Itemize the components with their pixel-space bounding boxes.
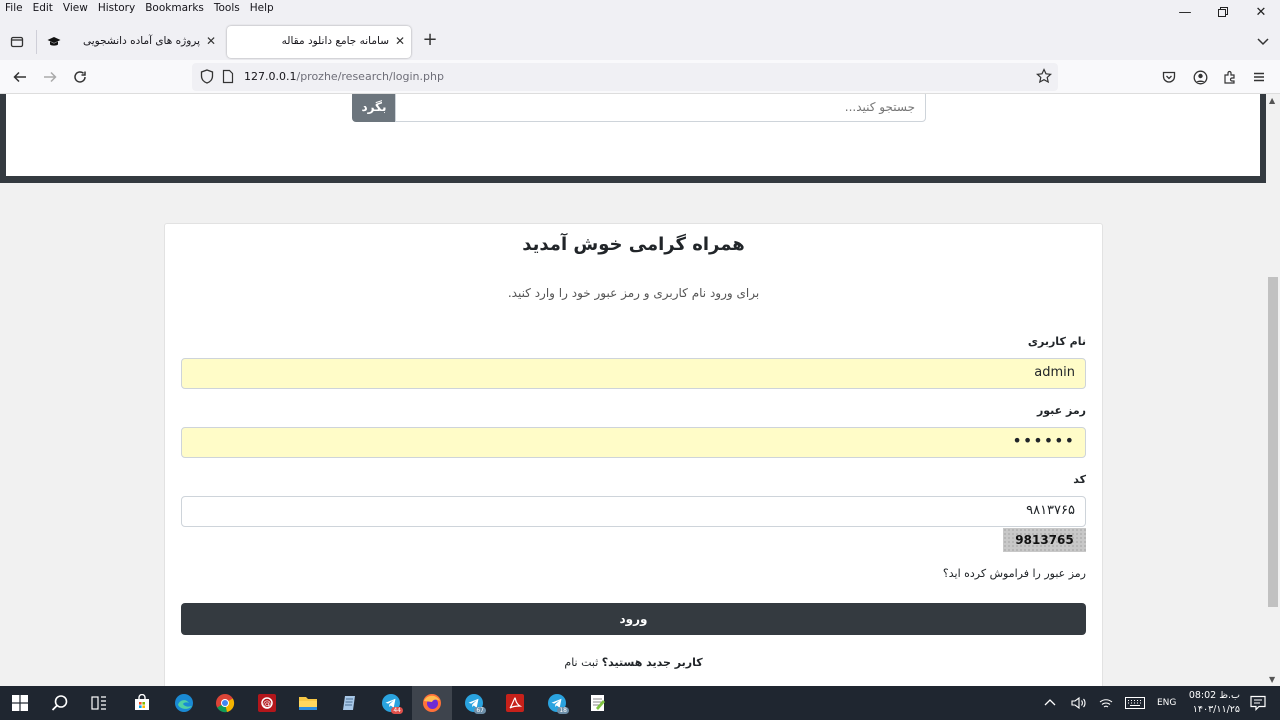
language-indicator[interactable]: ENG xyxy=(1157,686,1176,720)
clock-date: ۱۴۰۳/۱۱/۲۵ xyxy=(1192,704,1240,715)
windows-taskbar: @ 44 67 18 ENG 08:02 ب.ظ ۱۴۰۳/۱۱/۲۵ xyxy=(0,686,1280,720)
code-label: کد xyxy=(1073,473,1086,486)
tab-separator xyxy=(36,30,37,54)
scroll-down-icon[interactable]: ▼ xyxy=(1269,675,1275,684)
menu-tools[interactable]: Tools xyxy=(209,2,245,14)
tab-close-icon[interactable]: ✕ xyxy=(206,34,216,48)
site-header: بگرد xyxy=(0,94,1266,183)
tab-projects[interactable]: پروژه های آماده دانشجویی ✕ xyxy=(40,26,222,58)
wifi-icon[interactable] xyxy=(1099,686,1113,720)
store-icon[interactable] xyxy=(129,690,155,716)
forgot-password-link[interactable]: رمز عبور را فراموش کرده اید؟ xyxy=(943,567,1086,580)
tab-article-download[interactable]: سامانه جامع دانلود مقاله ✕ xyxy=(227,26,411,58)
graduation-cap-icon xyxy=(46,34,62,50)
telegram-badge-2: 67 xyxy=(474,707,486,714)
search-icon[interactable] xyxy=(47,690,73,716)
tab-title: پروژه های آماده دانشجویی xyxy=(82,35,200,47)
menu-help[interactable]: Help xyxy=(245,2,279,14)
telegram-icon-3[interactable]: 18 xyxy=(544,690,570,716)
page-scrollbar[interactable]: ▲ ▼ xyxy=(1266,94,1280,686)
search-input[interactable] xyxy=(395,94,926,122)
telegram-badge: 44 xyxy=(391,707,403,714)
address-bar[interactable]: 127.0.0.1/prozhe/research/login.php xyxy=(192,63,1058,91)
account-icon[interactable] xyxy=(1190,67,1210,87)
svg-text:@: @ xyxy=(263,699,271,708)
menu-bar: File Edit View History Bookmarks Tools H… xyxy=(0,0,1280,16)
tab-close-icon[interactable]: ✕ xyxy=(395,34,405,48)
telegram-badge-3: 18 xyxy=(557,707,569,714)
login-button[interactable]: ورود xyxy=(181,603,1086,635)
menu-bookmarks[interactable]: Bookmarks xyxy=(140,2,209,14)
tab-strip: پروژه های آماده دانشجویی ✕ سامانه جامع د… xyxy=(0,24,1280,60)
file-explorer-icon[interactable] xyxy=(295,690,321,716)
extensions-icon[interactable] xyxy=(1220,67,1240,87)
password-field[interactable]: •••••• xyxy=(181,427,1086,458)
edge-icon[interactable] xyxy=(171,690,197,716)
firefox-icon[interactable] xyxy=(412,686,452,720)
tab-title: سامانه جامع دانلود مقاله xyxy=(281,35,389,47)
chevron-down-icon[interactable] xyxy=(1256,34,1270,48)
minimize-button[interactable]: — xyxy=(1166,0,1204,24)
menu-history[interactable]: History xyxy=(93,2,140,14)
notepadpp-icon[interactable] xyxy=(585,690,611,716)
pocket-icon[interactable] xyxy=(1159,67,1179,87)
login-subtitle: برای ورود نام کاربری و رمز عبور خود را و… xyxy=(507,286,760,300)
captcha-code-field[interactable]: ۹۸۱۳۷۶۵ xyxy=(181,496,1086,527)
show-hidden-icons-chevron-icon[interactable] xyxy=(1044,686,1056,720)
telegram-icon[interactable]: 44 xyxy=(378,690,404,716)
windows-start-icon[interactable] xyxy=(7,690,33,716)
page-icon[interactable] xyxy=(222,69,234,87)
maximize-button[interactable] xyxy=(1204,0,1242,24)
username-label: نام کاربری xyxy=(1027,335,1086,348)
menu-edit[interactable]: Edit xyxy=(28,2,58,14)
tab-list-icon[interactable] xyxy=(6,30,28,52)
navigation-bar: 127.0.0.1/prozhe/research/login.php xyxy=(0,60,1280,94)
task-view-icon[interactable] xyxy=(86,690,112,716)
search-button[interactable]: بگرد xyxy=(352,94,396,122)
notification-center-icon[interactable] xyxy=(1250,695,1266,714)
keyboard-icon[interactable] xyxy=(1125,686,1145,720)
register-question: کاربر جدید هستید؟ xyxy=(601,656,703,669)
chrome-icon[interactable] xyxy=(212,690,238,716)
clock-time: 08:02 ب.ظ xyxy=(1188,690,1240,701)
shield-icon[interactable] xyxy=(200,69,214,87)
bookmark-star-icon[interactable] xyxy=(1036,68,1052,87)
telegram-icon-2[interactable]: 67 xyxy=(461,690,487,716)
acrobat-icon[interactable] xyxy=(502,690,528,716)
captcha-image: 9813765 xyxy=(1003,528,1086,552)
url-text: 127.0.0.1/prozhe/research/login.php xyxy=(244,70,444,83)
menu-view[interactable]: View xyxy=(58,2,93,14)
scrollbar-thumb[interactable] xyxy=(1268,277,1278,607)
hamburger-menu-icon[interactable] xyxy=(1249,67,1269,87)
page-viewport: بگرد همراه گرامی خوش آمدید برای ورود نام… xyxy=(0,94,1266,686)
close-window-button[interactable]: ✕ xyxy=(1242,0,1280,24)
menu-file[interactable]: File xyxy=(0,2,28,14)
window-controls: — ✕ xyxy=(1166,0,1280,24)
scroll-up-icon[interactable]: ▲ xyxy=(1269,96,1275,105)
clock[interactable]: 08:02 ب.ظ ۱۴۰۳/۱۱/۲۵ xyxy=(1189,689,1240,717)
new-tab-button[interactable]: + xyxy=(420,31,440,51)
login-card: همراه گرامی خوش آمدید برای ورود نام کارب… xyxy=(164,223,1103,686)
volume-icon[interactable] xyxy=(1071,686,1087,720)
username-field[interactable]: admin xyxy=(181,358,1086,389)
notepad-app-icon[interactable] xyxy=(337,690,363,716)
login-title: همراه گرامی خوش آمدید xyxy=(522,234,745,255)
reload-icon[interactable] xyxy=(70,67,90,87)
password-label: رمز عبور xyxy=(1036,404,1086,417)
forward-arrow-icon[interactable] xyxy=(40,67,60,87)
back-arrow-icon[interactable] xyxy=(10,67,30,87)
register-link[interactable]: ثبت نام xyxy=(564,656,598,669)
register-row: کاربر جدید هستید؟ ثبت نام xyxy=(165,656,1102,669)
app-red-icon[interactable]: @ xyxy=(254,690,280,716)
site-header-inner: بگرد xyxy=(6,94,1260,176)
